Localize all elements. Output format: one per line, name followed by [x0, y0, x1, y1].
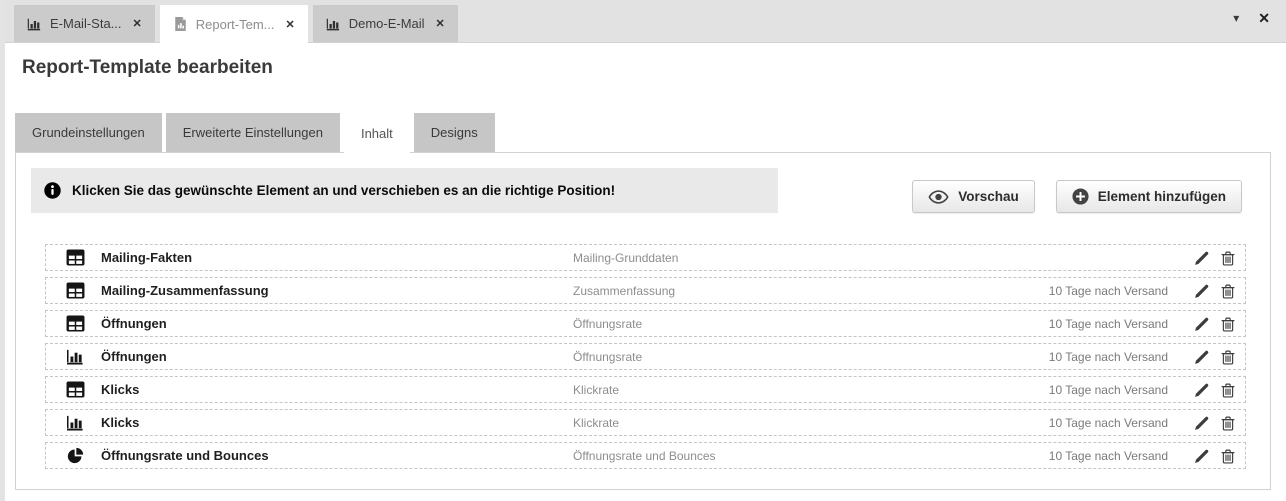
delete-element-button[interactable]: [1220, 349, 1236, 365]
element-label: Mailing-Fakten: [101, 250, 573, 265]
close-icon[interactable]: ✕: [1258, 11, 1270, 25]
close-tab-icon[interactable]: ✕: [285, 18, 294, 31]
element-category: Mailing-Grunddaten: [573, 251, 1168, 265]
add-element-button-label: Element hinzufügen: [1098, 189, 1226, 204]
element-schedule: 10 Tage nach Versand: [1049, 284, 1168, 298]
window-tab-e-mail-sta[interactable]: E-Mail-Sta... ✕: [14, 5, 155, 42]
element-label: Öffnungen: [101, 349, 573, 364]
window-tab-bar: E-Mail-Sta... ✕ Report-Tem... ✕ Demo-E-Mail ✕: [5, 0, 1286, 43]
element-category: Klickrate: [573, 416, 1049, 430]
window-tab-label: E-Mail-Sta...: [50, 16, 122, 31]
element-row-mailing-fakten[interactable]: Mailing-FaktenMailing-Grunddaten: [45, 244, 1246, 271]
edit-element-button[interactable]: [1194, 250, 1210, 266]
element-label: Klicks: [101, 415, 573, 430]
window-tabs: E-Mail-Sta... ✕ Report-Tem... ✕ Demo-E-Mail ✕: [14, 5, 463, 42]
element-schedule: 10 Tage nach Versand: [1049, 416, 1168, 430]
row-actions: [1194, 349, 1236, 365]
delete-element-button[interactable]: [1220, 250, 1236, 266]
element-row-klicks[interactable]: KlicksKlickrate10 Tage nach Versand: [45, 409, 1246, 436]
element-category: Öffnungsrate: [573, 317, 1049, 331]
row-actions: [1194, 283, 1236, 299]
element-category: Zusammenfassung: [573, 284, 1049, 298]
edit-element-button[interactable]: [1194, 448, 1210, 464]
action-buttons: Vorschau Element hinzufügen: [912, 180, 1242, 213]
info-banner: Klicken Sie das gewünschte Element an un…: [31, 168, 778, 213]
delete-element-button[interactable]: [1220, 283, 1236, 299]
element-category: Öffnungsrate: [573, 350, 1049, 364]
element-list: Mailing-FaktenMailing-GrunddatenMailing-…: [45, 244, 1246, 475]
content-panel: Klicken Sie das gewünschte Element an un…: [15, 152, 1271, 490]
delete-element-button[interactable]: [1220, 316, 1236, 332]
element-label: Öffnungen: [101, 316, 573, 331]
tab-bar-controls: ▾ ✕: [1233, 11, 1270, 25]
element-schedule: 10 Tage nach Versand: [1049, 449, 1168, 463]
preview-button[interactable]: Vorschau: [912, 180, 1035, 213]
info-text: Klicken Sie das gewünschte Element an un…: [72, 183, 615, 198]
element-label: Klicks: [101, 382, 573, 397]
bar-chart-icon: [66, 348, 85, 365]
window-tab-demo-e-mail[interactable]: Demo-E-Mail ✕: [313, 5, 458, 42]
left-edge-strip: [0, 0, 5, 501]
close-tab-icon[interactable]: ✕: [436, 17, 445, 30]
settings-tab-strip: GrundeinstellungenErweiterte Einstellung…: [15, 113, 499, 153]
edit-element-button[interactable]: [1194, 382, 1210, 398]
element-label: Mailing-Zusammenfassung: [101, 283, 573, 298]
row-actions: [1194, 316, 1236, 332]
element-row-ffnungen[interactable]: ÖffnungenÖffnungsrate10 Tage nach Versan…: [45, 343, 1246, 370]
row-actions: [1194, 250, 1236, 266]
table-icon: [66, 282, 85, 299]
row-actions: [1194, 415, 1236, 431]
tab-designs[interactable]: Designs: [414, 113, 495, 152]
eye-icon: [928, 190, 949, 204]
add-element-button[interactable]: Element hinzufügen: [1056, 180, 1242, 213]
window-tab-label: Report-Tem...: [196, 17, 275, 32]
chevron-down-icon[interactable]: ▾: [1233, 11, 1239, 25]
bar-chart-icon: [326, 17, 341, 31]
edit-element-button[interactable]: [1194, 283, 1210, 299]
row-actions: [1194, 448, 1236, 464]
tab-inhalt[interactable]: Inhalt: [344, 113, 410, 153]
table-icon: [66, 381, 85, 398]
tab-grundeinstellungen[interactable]: Grundeinstellungen: [15, 113, 162, 152]
element-category: Klickrate: [573, 383, 1049, 397]
preview-button-label: Vorschau: [958, 189, 1019, 204]
report-doc-icon: [173, 17, 188, 31]
edit-element-button[interactable]: [1194, 415, 1210, 431]
table-icon: [66, 249, 85, 266]
plus-circle-icon: [1072, 188, 1089, 205]
element-schedule: 10 Tage nach Versand: [1049, 383, 1168, 397]
row-actions: [1194, 382, 1236, 398]
close-tab-icon[interactable]: ✕: [133, 17, 142, 30]
edit-element-button[interactable]: [1194, 316, 1210, 332]
app-window: E-Mail-Sta... ✕ Report-Tem... ✕ Demo-E-Mail ✕…: [0, 0, 1286, 501]
delete-element-button[interactable]: [1220, 382, 1236, 398]
element-schedule: 10 Tage nach Versand: [1049, 317, 1168, 331]
element-label: Öffnungsrate und Bounces: [101, 448, 573, 463]
table-icon: [66, 315, 85, 332]
pie-chart-icon: [66, 447, 85, 464]
element-row-ffnungen[interactable]: ÖffnungenÖffnungsrate10 Tage nach Versan…: [45, 310, 1246, 337]
bar-chart-icon: [27, 17, 42, 31]
page-title: Report-Template bearbeiten: [22, 57, 273, 79]
element-row-mailing-zusammenfassung[interactable]: Mailing-ZusammenfassungZusammenfassung10…: [45, 277, 1246, 304]
element-row-klicks[interactable]: KlicksKlickrate10 Tage nach Versand: [45, 376, 1246, 403]
delete-element-button[interactable]: [1220, 415, 1236, 431]
bar-chart-icon: [66, 414, 85, 431]
delete-element-button[interactable]: [1220, 448, 1236, 464]
element-schedule: 10 Tage nach Versand: [1049, 350, 1168, 364]
tab-erweiterte-einstellungen[interactable]: Erweiterte Einstellungen: [166, 113, 340, 152]
info-icon: [44, 182, 61, 199]
element-row-ffnungsrate-und-bounces[interactable]: Öffnungsrate und BouncesÖffnungsrate und…: [45, 442, 1246, 469]
element-category: Öffnungsrate und Bounces: [573, 449, 1049, 463]
edit-element-button[interactable]: [1194, 349, 1210, 365]
window-tab-report-tem[interactable]: Report-Tem... ✕: [160, 5, 308, 43]
window-tab-label: Demo-E-Mail: [349, 16, 425, 31]
